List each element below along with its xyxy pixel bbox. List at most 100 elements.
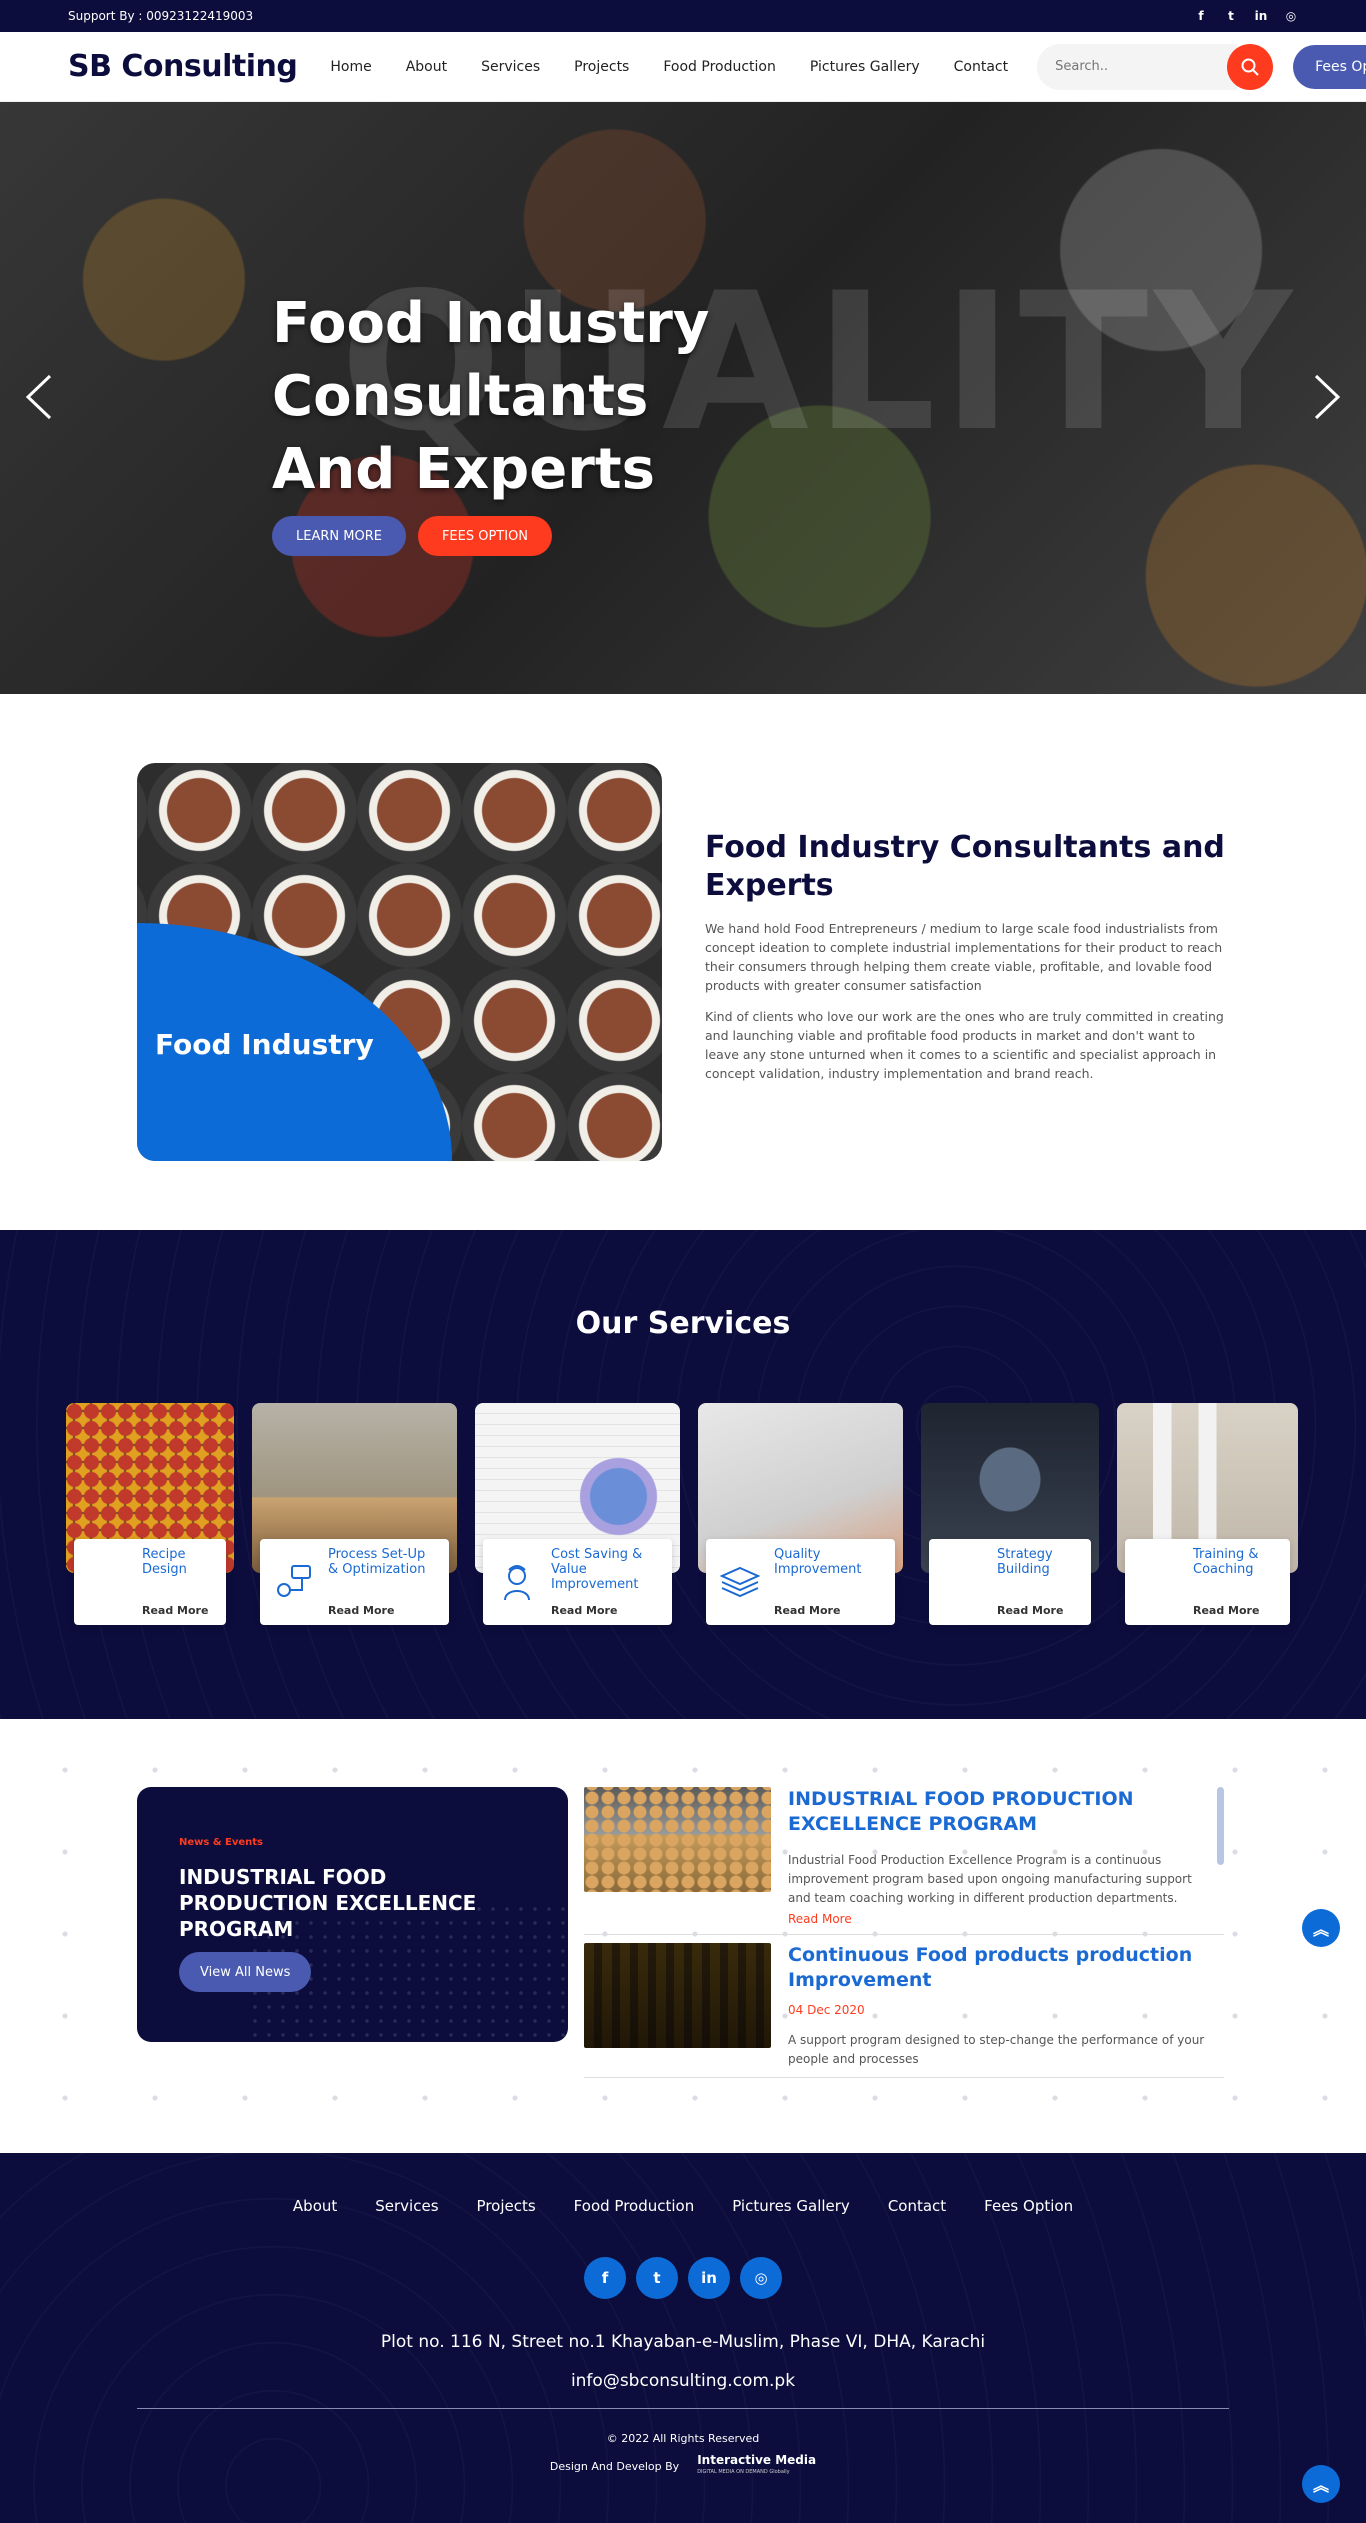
footer-address: Plot no. 116 N, Street no.1 Khayaban-e-M… bbox=[380, 2332, 986, 2352]
news-item[interactable]: Continuous Food products production Impr… bbox=[584, 1943, 1224, 2078]
service-card-training-coaching[interactable]: Training & Coaching Read More bbox=[1117, 1403, 1298, 1625]
service-card-strategy-building[interactable]: Strategy Building Read More bbox=[921, 1403, 1099, 1625]
double-chevron-up-icon: ︽ bbox=[1312, 1920, 1329, 1939]
services-section: Our Services Recipe Design Read More Pro… bbox=[0, 1230, 1366, 1719]
process-icon bbox=[270, 1558, 318, 1606]
read-more-link[interactable]: Read More bbox=[142, 1604, 216, 1617]
news-item-body: A support program designed to step-chang… bbox=[788, 2033, 1205, 2066]
view-all-news-button[interactable]: View All News bbox=[179, 1952, 312, 1992]
chevron-right-icon bbox=[1314, 374, 1341, 420]
site-logo[interactable]: SB Consulting bbox=[68, 49, 298, 84]
footer-nav-projects[interactable]: Projects bbox=[458, 2197, 555, 2215]
read-more-link[interactable]: Read More bbox=[328, 1604, 439, 1617]
service-info-box: Recipe Design Read More bbox=[74, 1539, 226, 1625]
footer-nav-food-production[interactable]: Food Production bbox=[555, 2197, 714, 2215]
slider-prev-button[interactable] bbox=[20, 372, 60, 422]
top-bar: Support By : 00923122419003 f t in ◎ bbox=[0, 0, 1366, 32]
search-bar bbox=[1037, 43, 1274, 90]
support-phone: Support By : 00923122419003 bbox=[68, 9, 254, 23]
service-info-box: Quality Improvement Read More bbox=[706, 1539, 895, 1625]
footer-developer: Design And Develop By Interactive Media … bbox=[0, 2454, 1366, 2478]
footer-nav-services[interactable]: Services bbox=[356, 2197, 457, 2215]
footer-nav-about[interactable]: About bbox=[274, 2197, 356, 2215]
news-thumbnail bbox=[584, 1943, 771, 2048]
nav-services[interactable]: Services bbox=[464, 59, 557, 75]
hero-buttons: LEARN MORE FEES OPTION bbox=[272, 516, 1072, 556]
footer-email[interactable]: info@sbconsulting.com.pk bbox=[0, 2371, 1366, 2391]
main-nav: Home About Services Projects Food Produc… bbox=[313, 59, 1025, 75]
service-info-box: Cost Saving & Value Improvement Read Mor… bbox=[483, 1539, 672, 1625]
news-tag: News & Events bbox=[179, 1837, 264, 1848]
linkedin-icon[interactable]: in bbox=[688, 2257, 730, 2299]
news-read-more-link[interactable]: Read More bbox=[788, 1912, 1218, 1926]
linkedin-icon[interactable]: in bbox=[1254, 9, 1268, 23]
twitter-icon[interactable]: t bbox=[636, 2257, 678, 2299]
services-heading: Our Services bbox=[575, 1306, 791, 1341]
news-item-body: Industrial Food Production Excellence Pr… bbox=[788, 1853, 1192, 1905]
footer-scroll-to-top-button[interactable]: ︽ bbox=[1302, 2465, 1340, 2503]
nav-pictures-gallery[interactable]: Pictures Gallery bbox=[793, 59, 937, 75]
layers-icon bbox=[716, 1558, 764, 1606]
news-item-title[interactable]: INDUSTRIAL FOOD PRODUCTION EXCELLENCE PR… bbox=[788, 1787, 1218, 1837]
read-more-link[interactable]: Read More bbox=[551, 1604, 662, 1617]
service-card-process-setup[interactable]: Process Set-Up & Optimization Read More bbox=[252, 1403, 457, 1625]
developer-logo[interactable]: Interactive Media DIGITAL MEDIA ON DEMAN… bbox=[697, 2454, 816, 2478]
news-feature-title: INDUSTRIAL FOOD PRODUCTION EXCELLENCE PR… bbox=[179, 1865, 477, 1941]
footer-nav-fees-option[interactable]: Fees Option bbox=[965, 2197, 1092, 2215]
service-name: Cost Saving & Value Improvement bbox=[551, 1547, 643, 1592]
news-item-title[interactable]: Continuous Food products production Impr… bbox=[788, 1943, 1218, 1993]
instagram-icon[interactable]: ◎ bbox=[1284, 9, 1298, 23]
about-paragraph-2: Kind of clients who love our work are th… bbox=[705, 1009, 1224, 1081]
slider-next-button[interactable] bbox=[1306, 372, 1346, 422]
nav-contact[interactable]: Contact bbox=[937, 59, 1025, 75]
coaching-icon bbox=[1135, 1558, 1183, 1606]
chevron-left-icon bbox=[25, 374, 52, 420]
footer-nav-contact[interactable]: Contact bbox=[869, 2197, 965, 2215]
news-feature-card: News & Events INDUSTRIAL FOOD PRODUCTION… bbox=[137, 1787, 568, 2042]
news-item[interactable]: INDUSTRIAL FOOD PRODUCTION EXCELLENCE PR… bbox=[584, 1787, 1224, 1935]
news-scrollbar[interactable] bbox=[1217, 1787, 1224, 1865]
fees-option-button[interactable]: Fees Option bbox=[1293, 44, 1366, 89]
hero-title: Food Industry Consultants And Experts bbox=[272, 291, 710, 502]
search-input[interactable] bbox=[1037, 43, 1238, 90]
twitter-icon[interactable]: t bbox=[1224, 9, 1238, 23]
read-more-link[interactable]: Read More bbox=[1193, 1604, 1280, 1617]
nav-projects[interactable]: Projects bbox=[557, 59, 646, 75]
about-paragraph-1: We hand hold Food Entrepreneurs / medium… bbox=[705, 921, 1223, 993]
chef-icon bbox=[493, 1558, 541, 1606]
service-card-quality-improvement[interactable]: Quality Improvement Read More bbox=[698, 1403, 903, 1625]
nav-food-production[interactable]: Food Production bbox=[646, 59, 793, 75]
spice-icon bbox=[84, 1558, 132, 1606]
instagram-icon[interactable]: ◎ bbox=[740, 2257, 782, 2299]
service-name: Strategy Building bbox=[997, 1547, 1053, 1577]
facebook-icon[interactable]: f bbox=[1194, 9, 1208, 23]
read-more-link[interactable]: Read More bbox=[774, 1604, 885, 1617]
facebook-icon[interactable]: f bbox=[584, 2257, 626, 2299]
news-list[interactable]: INDUSTRIAL FOOD PRODUCTION EXCELLENCE PR… bbox=[584, 1787, 1224, 2085]
hero-fees-option-button[interactable]: FEES OPTION bbox=[417, 516, 553, 556]
news-item-date: 04 Dec 2020 bbox=[788, 2003, 865, 2017]
about-image: Food Industry bbox=[137, 763, 662, 1161]
service-card-cost-saving[interactable]: Cost Saving & Value Improvement Read Mor… bbox=[475, 1403, 680, 1625]
learn-more-button[interactable]: LEARN MORE bbox=[272, 516, 406, 556]
main-header: SB Consulting Home About Services Projec… bbox=[0, 32, 1366, 102]
service-info-box: Training & Coaching Read More bbox=[1125, 1539, 1290, 1625]
footer-divider bbox=[137, 2408, 1229, 2409]
footer-copyright: © 2022 All Rights Reserved bbox=[606, 2432, 760, 2445]
service-info-box: Strategy Building Read More bbox=[929, 1539, 1091, 1625]
service-card-recipe-design[interactable]: Recipe Design Read More bbox=[66, 1403, 234, 1625]
hero-slider: QUALITY Food Industry Consultants And Exp… bbox=[0, 102, 1366, 694]
service-name: Process Set-Up & Optimization bbox=[328, 1547, 426, 1577]
site-footer: About Services Projects Food Production … bbox=[0, 2153, 1366, 2523]
service-name: Recipe Design bbox=[142, 1547, 187, 1577]
search-button[interactable] bbox=[1227, 43, 1274, 90]
nav-about[interactable]: About bbox=[389, 59, 464, 75]
developed-by-label: Design And Develop By bbox=[549, 2459, 680, 2473]
search-icon bbox=[1241, 58, 1259, 76]
about-heading: Food Industry Consultants and Experts bbox=[705, 830, 1225, 903]
scroll-to-top-button[interactable]: ︽ bbox=[1302, 1909, 1340, 1947]
nav-home[interactable]: Home bbox=[313, 59, 388, 75]
read-more-link[interactable]: Read More bbox=[997, 1604, 1081, 1617]
footer-nav-pictures-gallery[interactable]: Pictures Gallery bbox=[713, 2197, 869, 2215]
about-text: Food Industry Consultants and Experts We… bbox=[705, 829, 1225, 1095]
